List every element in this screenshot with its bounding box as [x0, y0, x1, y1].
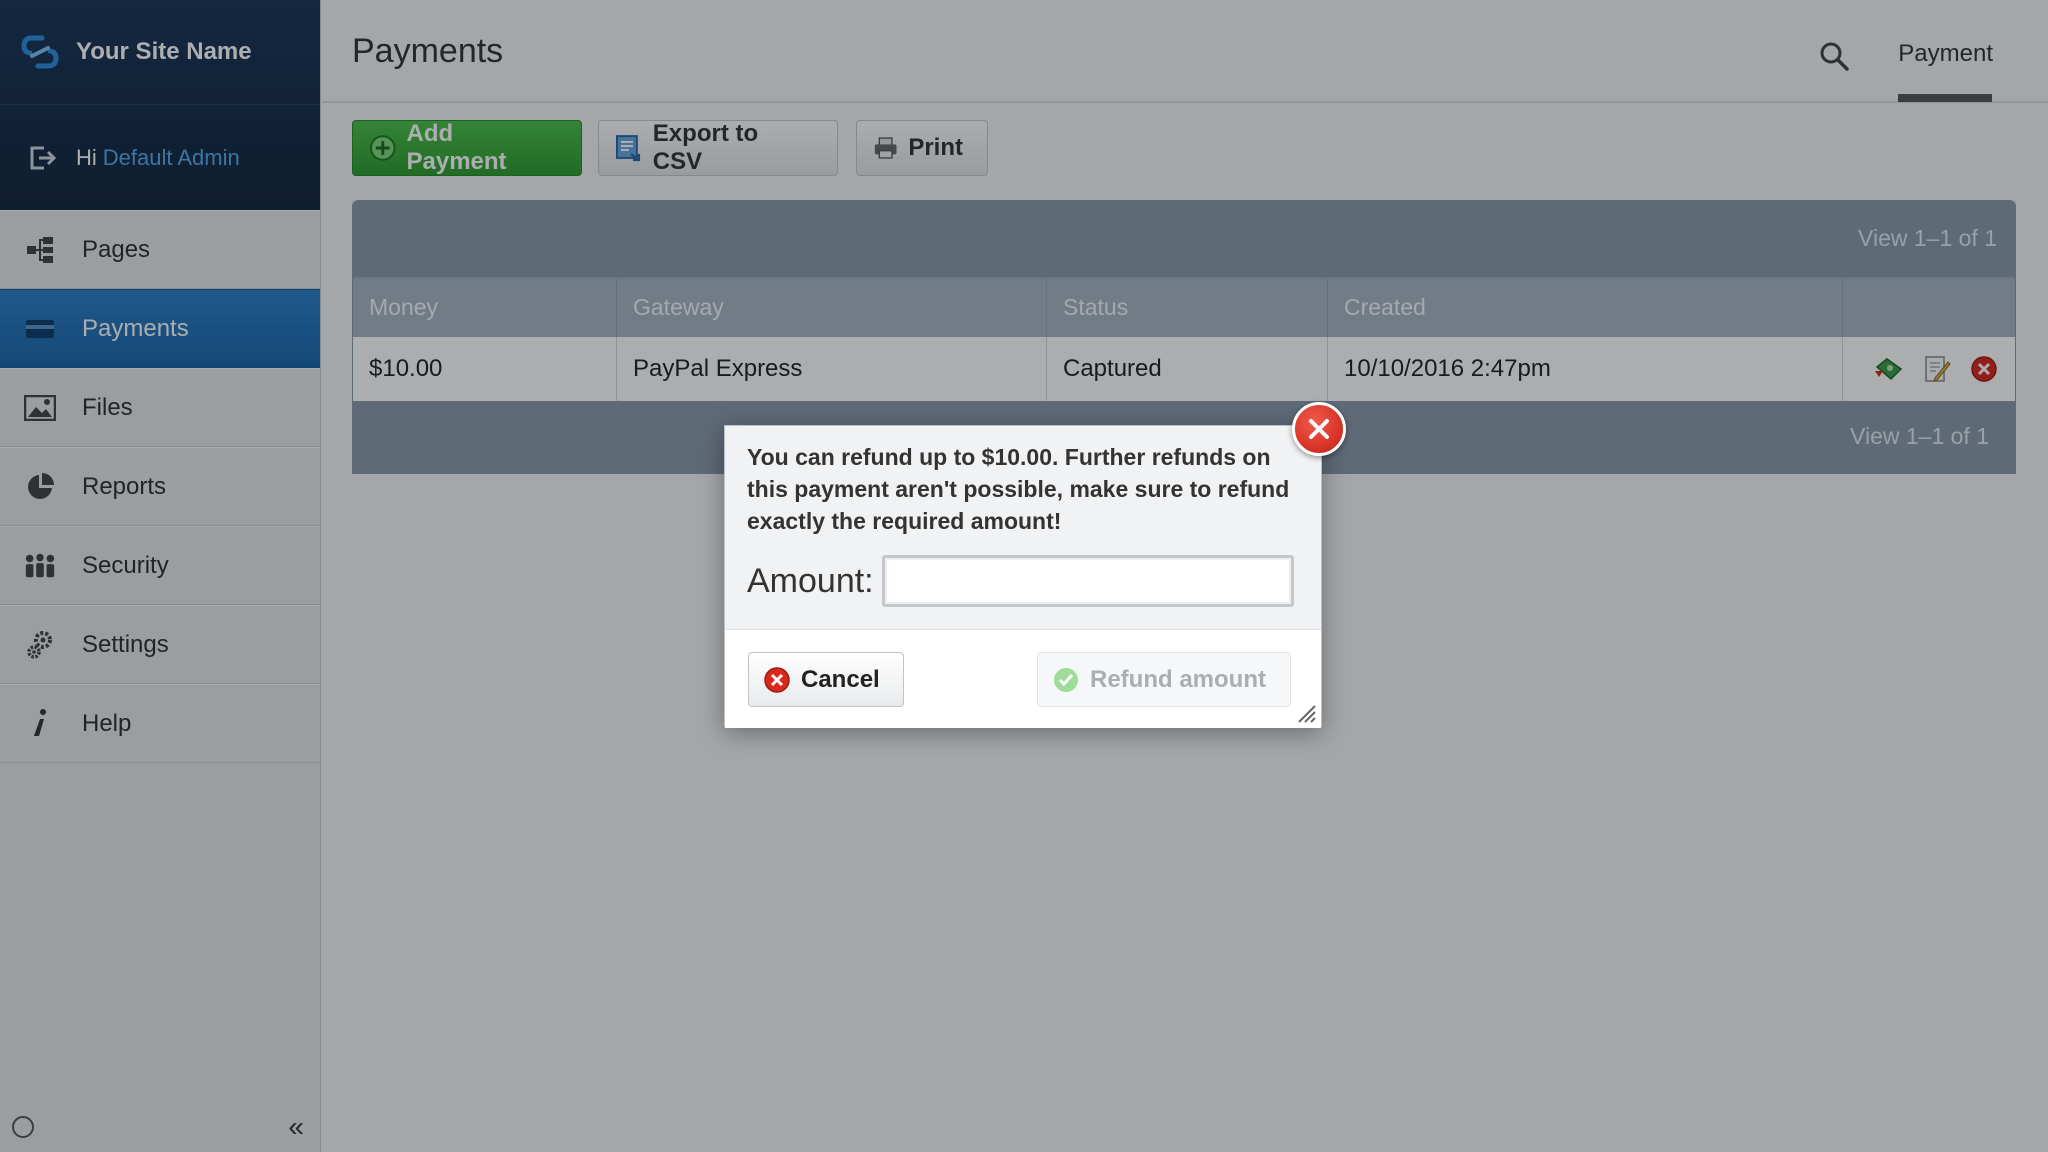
- amount-input[interactable]: [881, 555, 1294, 607]
- amount-label: Amount:: [747, 561, 874, 600]
- close-dialog-button[interactable]: [1292, 402, 1346, 456]
- dialog-footer: Cancel Refund amount: [725, 629, 1321, 728]
- refund-dialog: You can refund up to $10.00. Further ref…: [724, 425, 1322, 728]
- refund-amount-label: Refund amount: [1090, 665, 1266, 693]
- close-icon: [1309, 419, 1329, 439]
- cancel-label: Cancel: [801, 665, 880, 693]
- check-circle-icon: [1054, 667, 1078, 692]
- amount-row: Amount:: [747, 555, 1297, 607]
- refund-amount-button[interactable]: Refund amount: [1037, 652, 1291, 707]
- cancel-button[interactable]: Cancel: [748, 652, 904, 707]
- refund-message: You can refund up to $10.00. Further ref…: [747, 444, 1290, 534]
- cancel-icon: [764, 666, 790, 693]
- resize-handle-icon[interactable]: [1295, 702, 1317, 724]
- dialog-body: You can refund up to $10.00. Further ref…: [725, 426, 1321, 629]
